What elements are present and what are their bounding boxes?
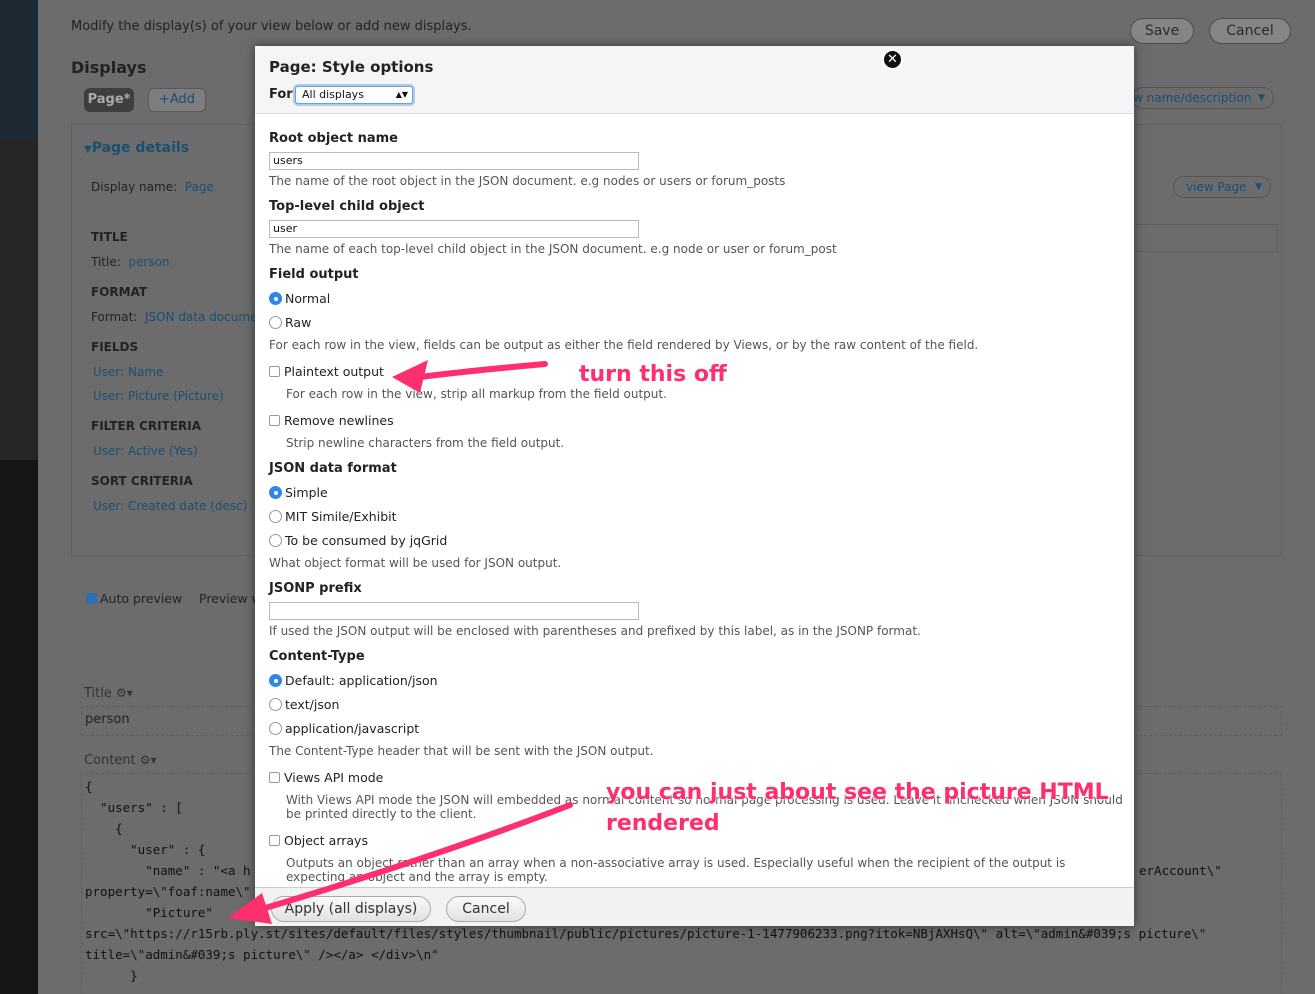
annotation-turn-off: turn this off [579, 362, 727, 387]
arrow-to-picture [228, 802, 573, 924]
annotation-arrows [228, 360, 573, 924]
annotation-picture-line1: you can just about see the picture HTML [606, 780, 1109, 805]
annotation-picture-line2: rendered [606, 811, 720, 836]
arrow-to-plaintext [392, 360, 548, 393]
